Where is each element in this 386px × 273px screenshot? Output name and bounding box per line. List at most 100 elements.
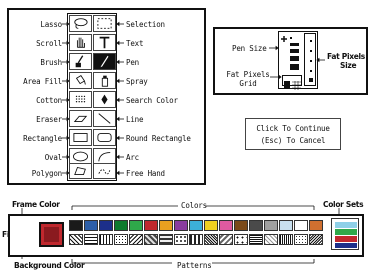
polygon-tool[interactable] [69, 163, 92, 179]
line-label: Line [126, 115, 144, 124]
free-hand-label: Free Hand [126, 169, 165, 178]
text-label: Text [126, 39, 144, 48]
color-swatch[interactable] [174, 220, 188, 231]
pen-label: Pen [126, 58, 139, 67]
pattern-swatch[interactable] [159, 234, 173, 245]
round-rectangle-label: Round Rectangle [126, 134, 191, 143]
color-swatch[interactable] [294, 220, 308, 231]
fat-pixels-size-label-1: Fat Pixels [327, 52, 365, 61]
selection-label: Selection [126, 20, 165, 29]
pattern-swatch[interactable] [114, 234, 128, 245]
color-swatch[interactable] [219, 220, 233, 231]
background-color-label: Background Color [14, 261, 85, 270]
frame-color-label: Frame Color [12, 200, 60, 209]
color-swatch[interactable] [264, 220, 278, 231]
color-swatch[interactable] [204, 220, 218, 231]
patterns-label: Patterns [177, 261, 212, 270]
color-swatch[interactable] [84, 220, 98, 231]
pattern-swatch[interactable] [234, 234, 248, 245]
fat-pixels-grid-label-1: Fat Pixels [226, 70, 270, 79]
hand-icon [76, 37, 85, 48]
round-rectangle-icon [97, 133, 112, 142]
paint-bucket-icon [75, 75, 86, 85]
color-swatch[interactable] [114, 220, 128, 231]
cotton-label: Cotton [36, 96, 62, 105]
polygon-icon [74, 166, 86, 175]
continue-line-1: Click To Continue [256, 124, 330, 133]
rectangle-tool[interactable] [69, 129, 92, 146]
color-swatch[interactable] [234, 220, 248, 231]
lasso-icon [74, 18, 88, 29]
eraser-icon [73, 115, 88, 123]
pattern-swatch[interactable] [129, 234, 143, 245]
color-swatch[interactable] [144, 220, 158, 231]
free-hand-tool[interactable] [93, 163, 116, 179]
eyedropper-icon [101, 94, 108, 105]
cotton-icon [75, 95, 86, 103]
lasso-label: Lasso [40, 20, 62, 29]
round-rectangle-tool[interactable] [93, 129, 116, 146]
pattern-swatch[interactable] [174, 234, 188, 245]
continue-box[interactable]: Click To Continue (Esc) To Cancel [245, 118, 341, 150]
fat-pixels-grid-toggle[interactable] [282, 75, 302, 90]
pen-icon [100, 55, 109, 68]
spray-label: Spray [126, 77, 148, 86]
color-swatch[interactable] [279, 220, 293, 231]
oval-icon [73, 151, 88, 162]
arc-icon [98, 152, 111, 162]
pattern-swatch[interactable] [279, 234, 293, 245]
pattern-swatch[interactable] [69, 234, 83, 245]
pattern-swatch[interactable] [144, 234, 158, 245]
color-swatch[interactable] [249, 220, 263, 231]
pattern-swatch[interactable] [204, 234, 218, 245]
selection-tool[interactable] [93, 15, 116, 32]
color-sets-button[interactable] [331, 218, 359, 250]
pattern-swatch[interactable] [219, 234, 233, 245]
pattern-swatch[interactable] [189, 234, 203, 245]
color-swatch[interactable] [99, 220, 113, 231]
fill-color-swatch[interactable] [44, 227, 59, 242]
pattern-swatch[interactable] [249, 234, 263, 245]
colors-label: Colors [181, 201, 207, 210]
lasso-tool[interactable] [69, 15, 92, 32]
pen-tool[interactable] [93, 53, 116, 70]
eraser-tool[interactable] [69, 110, 92, 127]
continue-line-2: (Esc) To Cancel [260, 136, 326, 145]
scroll-tool[interactable] [69, 34, 92, 51]
pattern-swatch[interactable] [264, 234, 278, 245]
text-icon [99, 36, 110, 49]
grid-icon [284, 81, 301, 90]
spray-can-icon [101, 75, 109, 87]
brush-tool[interactable] [69, 53, 92, 70]
color-swatch[interactable] [309, 220, 323, 231]
line-tool[interactable] [93, 110, 116, 127]
area-fill-tool[interactable] [69, 72, 92, 89]
color-sets-label: Color Sets [323, 200, 364, 209]
line-icon [98, 113, 111, 124]
area-fill-label: Area Fill [23, 77, 62, 86]
color-swatch[interactable] [69, 220, 83, 231]
fat-pixels-size-slider[interactable] [304, 33, 316, 86]
color-swatch[interactable] [189, 220, 203, 231]
rectangle-label: Rectangle [23, 134, 62, 143]
color-swatch[interactable] [129, 220, 143, 231]
cotton-tool[interactable] [69, 91, 92, 108]
color-swatch[interactable] [159, 220, 173, 231]
spray-tool[interactable] [93, 72, 116, 89]
text-tool[interactable] [93, 34, 116, 51]
pattern-swatch[interactable] [99, 234, 113, 245]
pen-size-label: Pen Size [232, 44, 267, 53]
color-sets-icon [335, 222, 357, 248]
pattern-swatch[interactable] [309, 234, 323, 245]
brush-label: Brush [40, 58, 62, 67]
polygon-label: Polygon [31, 169, 62, 178]
search-color-tool[interactable] [93, 91, 116, 108]
pattern-swatch[interactable] [84, 234, 98, 245]
scroll-label: Scroll [36, 39, 62, 48]
eraser-label: Eraser [36, 115, 62, 124]
search-color-label: Search Color [126, 96, 178, 105]
fat-pixels-size-label-2: Size [340, 61, 357, 70]
pattern-swatch[interactable] [294, 234, 308, 245]
free-hand-icon [98, 169, 111, 175]
rectangle-icon [73, 133, 88, 142]
